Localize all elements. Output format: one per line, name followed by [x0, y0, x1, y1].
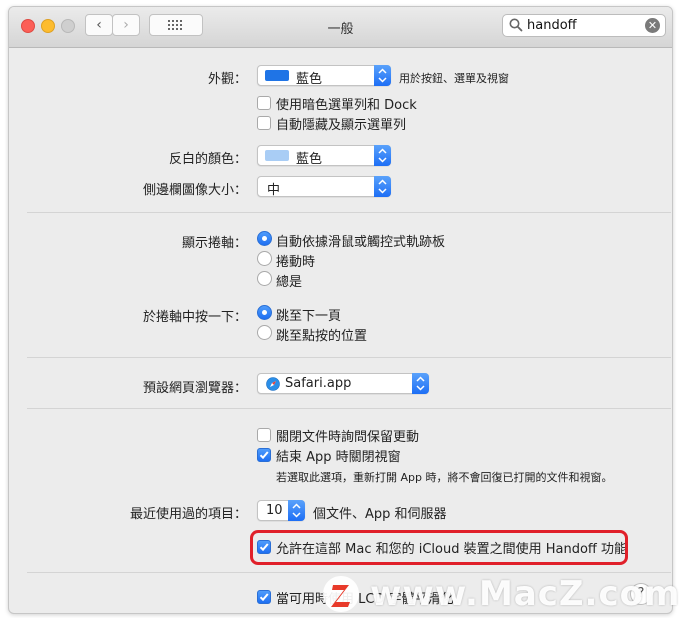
recent-items-value: 10	[266, 503, 283, 518]
handoff-highlight-box	[250, 530, 628, 565]
system-preferences-window: ‹ › 一般 handoff ✕ 外觀： 藍色 用於按鈕、選單及視窗 使用暗色選…	[8, 6, 673, 614]
highlight-color-popup[interactable]: 藍色	[257, 145, 391, 167]
recent-items-suffix: 個文件、App 和伺服器	[313, 507, 447, 522]
general-pane: 外觀： 藍色 用於按鈕、選單及視窗 使用暗色選單列和 Dock 自動隱藏及顯示選…	[9, 48, 672, 613]
recent-items-label: 最近使用過的項目：	[129, 507, 247, 522]
jump-clicked-spot-radio[interactable]	[257, 325, 272, 340]
appearance-note: 用於按鈕、選單及視窗	[399, 72, 509, 85]
close-windows-label: 結束 App 時關閉視窗	[276, 450, 401, 465]
highlight-color-value: 藍色	[296, 152, 323, 167]
safari-icon	[266, 377, 280, 391]
recent-items-popup[interactable]: 10	[257, 500, 305, 521]
jump-clicked-spot-label: 跳至點按的位置	[276, 329, 368, 344]
show-scrollbars-label: 顯示捲軸：	[181, 236, 247, 251]
scrollbars-always-radio[interactable]	[257, 271, 272, 286]
macz-logo-icon	[323, 576, 359, 612]
default-browser-label: 預設網頁瀏覽器：	[142, 381, 247, 396]
popup-arrows-icon	[412, 373, 429, 394]
autohide-menu-label: 自動隱藏及顯示選單列	[276, 118, 407, 133]
popup-arrows-icon	[288, 500, 305, 521]
click-scrollbar-label: 於捲軸中按一下：	[142, 310, 247, 325]
popup-arrows-icon	[374, 65, 391, 86]
search-input-value[interactable]: handoff	[527, 18, 577, 33]
dark-menu-checkbox[interactable]	[257, 96, 271, 110]
close-windows-note: 若選取此選項，重新打開 App 時，將不會回復已打開的文件和視窗。	[276, 471, 613, 484]
scrollbars-auto-radio[interactable]	[257, 231, 272, 246]
highlight-color-label: 反白的顏色：	[168, 152, 247, 167]
search-icon	[509, 18, 523, 32]
watermark: www.MacZ.com	[318, 572, 679, 618]
default-browser-value: Safari.app	[285, 376, 352, 391]
default-browser-popup[interactable]: Safari.app	[257, 373, 429, 394]
close-windows-checkbox[interactable]	[257, 448, 271, 462]
scrollbars-when-scrolling-label: 捲動時	[276, 255, 316, 270]
appearance-value: 藍色	[296, 72, 323, 87]
appearance-popup[interactable]: 藍色	[257, 65, 391, 87]
clear-search-icon[interactable]: ✕	[645, 18, 660, 33]
lcd-smoothing-checkbox[interactable]	[257, 590, 271, 604]
highlight-swatch	[265, 150, 289, 161]
appearance-swatch	[265, 70, 289, 81]
scrollbars-always-label: 總是	[276, 275, 303, 290]
autohide-menu-checkbox[interactable]	[257, 116, 271, 130]
ask-keep-changes-checkbox[interactable]	[257, 428, 271, 442]
separator	[27, 212, 671, 213]
scrollbars-when-scrolling-radio[interactable]	[257, 251, 272, 266]
appearance-label: 外觀：	[207, 72, 247, 87]
scrollbars-auto-label: 自動依據滑鼠或觸控式軌跡板	[276, 235, 446, 250]
search-field[interactable]: handoff ✕	[502, 14, 666, 37]
jump-next-page-label: 跳至下一頁	[276, 309, 342, 324]
title-bar: ‹ › 一般 handoff ✕	[9, 7, 672, 48]
popup-arrows-icon	[374, 145, 391, 166]
jump-next-page-radio[interactable]	[257, 305, 272, 320]
watermark-text: www.MacZ.com	[370, 574, 679, 614]
sidebar-icon-size-value: 中	[267, 183, 281, 198]
dark-menu-label: 使用暗色選單列和 Dock	[276, 98, 417, 113]
separator	[27, 408, 671, 409]
checkmark-icon	[259, 451, 269, 460]
separator	[27, 357, 671, 358]
ask-keep-changes-label: 關閉文件時詢問保留更動	[276, 430, 420, 445]
sidebar-icon-size-popup[interactable]: 中	[257, 176, 391, 198]
sidebar-icon-size-label: 側邊欄圖像大小：	[142, 183, 247, 198]
checkmark-icon	[259, 593, 269, 602]
popup-arrows-icon	[374, 176, 391, 197]
